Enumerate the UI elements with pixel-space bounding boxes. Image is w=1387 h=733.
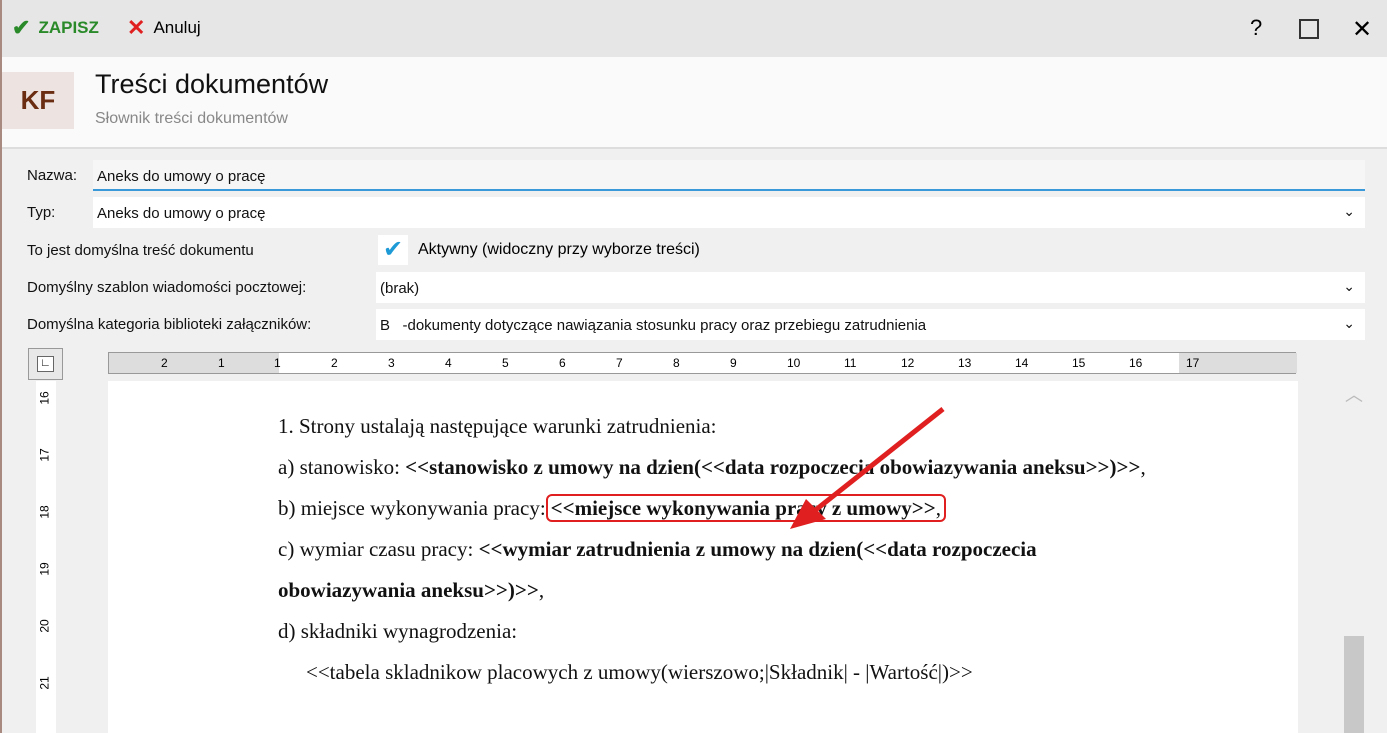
vertical-scrollbar[interactable]: ︿ (1342, 381, 1366, 733)
doc-line-a: a) stanowisko: <<stanowisko z umowy na d… (278, 455, 1146, 479)
ruler-tick-label: 2 (331, 356, 338, 370)
category-select[interactable]: B -dokumenty dotyczące nawiązania stosun… (376, 309, 1365, 340)
maximize-button[interactable] (1299, 19, 1319, 39)
doc-line-c: c) wymiar czasu pracy: <<wymiar zatrudni… (278, 537, 1037, 602)
category-row: Domyślna kategoria biblioteki załącznikó… (2, 307, 1387, 341)
red-arrow-annotation (790, 407, 945, 529)
ruler-tick-label: 9 (730, 356, 737, 370)
scrollbar-thumb[interactable] (1344, 636, 1364, 733)
doc-line-table: <<tabela skladnikow placowych z umowy(wi… (306, 660, 973, 684)
close-button[interactable]: ✕ (1352, 15, 1372, 44)
default-label: To jest domyślna treść dokumentu (27, 242, 254, 259)
ruler-tick-label: 21 (37, 676, 52, 690)
help-button[interactable]: ? (1250, 15, 1262, 41)
doc-line-1: 1. Strony ustalają następujące warunki z… (278, 414, 717, 438)
ruler-tick-label: 13 (958, 356, 972, 370)
check-icon: ✔ (12, 15, 31, 40)
ruler-tick-label: 6 (559, 356, 566, 370)
chevron-down-icon: ⌄ (1343, 203, 1355, 219)
ruler-tick-label: 17 (1186, 356, 1200, 370)
toolbar: ✔ ZAPISZ ✕ Anuluj ? ✕ (2, 0, 1387, 57)
type-select[interactable]: Aneks do umowy o pracę ⌄ (93, 197, 1365, 228)
horizontal-ruler[interactable]: 2 1 1 2 3 4 5 6 7 8 9 10 11 12 13 14 15 16 17 (108, 352, 1297, 374)
cancel-button[interactable]: ✕ Anuluj (127, 15, 201, 41)
mail-row: Domyślny szablon wiadomości pocztowej: (… (2, 270, 1387, 304)
ruler-tick-label: 17 (37, 448, 52, 462)
ruler-tick-label: 2 (161, 356, 168, 370)
close-x-icon: ✕ (127, 15, 146, 40)
tab-stop-button[interactable]: ∟ (28, 348, 63, 380)
ruler-tick-label: 14 (1015, 356, 1029, 370)
type-label: Typ: (27, 204, 56, 221)
ruler-tick-label: 8 (673, 356, 680, 370)
page-header: KF Treści dokumentów Słownik treści doku… (2, 57, 1387, 149)
ruler-tick-label: 1 (218, 356, 225, 370)
name-input[interactable]: Aneks do umowy o pracę (93, 160, 1365, 191)
page-title: Treści dokumentów (95, 69, 329, 99)
ruler-tick-label: 3 (388, 356, 395, 370)
chevron-down-icon: ⌄ (1343, 278, 1355, 294)
ruler-tick-label: 16 (1129, 356, 1143, 370)
ruler-tick-label: 10 (787, 356, 801, 370)
name-label: Nazwa: (27, 167, 78, 184)
default-row: To jest domyślna treść dokumentu ✔ Aktyw… (2, 233, 1387, 267)
active-label: Aktywny (widoczny przy wyborze treści) (418, 241, 700, 258)
doc-line-b: b) miejsce wykonywania pracy: <<miejsce w… (278, 488, 1178, 529)
ruler-tick-label: 4 (445, 356, 452, 370)
name-row: Nazwa: Aneks do umowy o pracę (2, 158, 1387, 192)
ruler-tick-label: 11 (844, 356, 857, 370)
ruler-tick-label: 1 (274, 356, 281, 370)
doc-line-d: d) składniki wynagrodzenia: (278, 619, 518, 643)
ruler-tick-label: 5 (502, 356, 509, 370)
category-value: B -dokumenty dotyczące nawiązania stosun… (380, 317, 927, 334)
chevron-down-icon: ⌄ (1343, 315, 1355, 331)
ruler-tick-label: 15 (1072, 356, 1086, 370)
mail-template-select[interactable]: (brak) ⌄ (376, 272, 1365, 303)
checkmark-icon: ✔ (378, 235, 408, 265)
mail-label: Domyślny szablon wiadomości pocztowej: (27, 279, 307, 296)
mail-value: (brak) (380, 280, 420, 297)
cancel-label: Anuluj (153, 18, 201, 37)
type-row: Typ: Aneks do umowy o pracę ⌄ (2, 195, 1387, 229)
vertical-ruler[interactable]: 16 17 18 19 20 21 (36, 381, 56, 733)
scroll-up-icon[interactable]: ︿ (1342, 381, 1366, 407)
category-label: Domyślna kategoria biblioteki załącznikó… (27, 316, 312, 333)
active-checkbox[interactable]: ✔ Aktywny (widoczny przy wyborze treści) (378, 235, 700, 265)
ruler-tick-label: 20 (37, 619, 52, 633)
type-value: Aneks do umowy o pracę (97, 205, 266, 222)
ruler-tick-label: 7 (616, 356, 623, 370)
ruler-tick-label: 19 (37, 562, 52, 576)
document-editor[interactable]: 1. Strony ustalają następujące warunki z… (108, 381, 1298, 733)
save-label: ZAPISZ (38, 18, 99, 37)
logo: KF (2, 72, 74, 129)
ruler-tick-label: 16 (37, 391, 52, 405)
ruler-tick-label: 12 (901, 356, 915, 370)
ruler-tick-label: 18 (37, 505, 52, 519)
save-button[interactable]: ✔ ZAPISZ (12, 15, 99, 41)
page-subtitle: Słownik treści dokumentów (95, 110, 288, 127)
